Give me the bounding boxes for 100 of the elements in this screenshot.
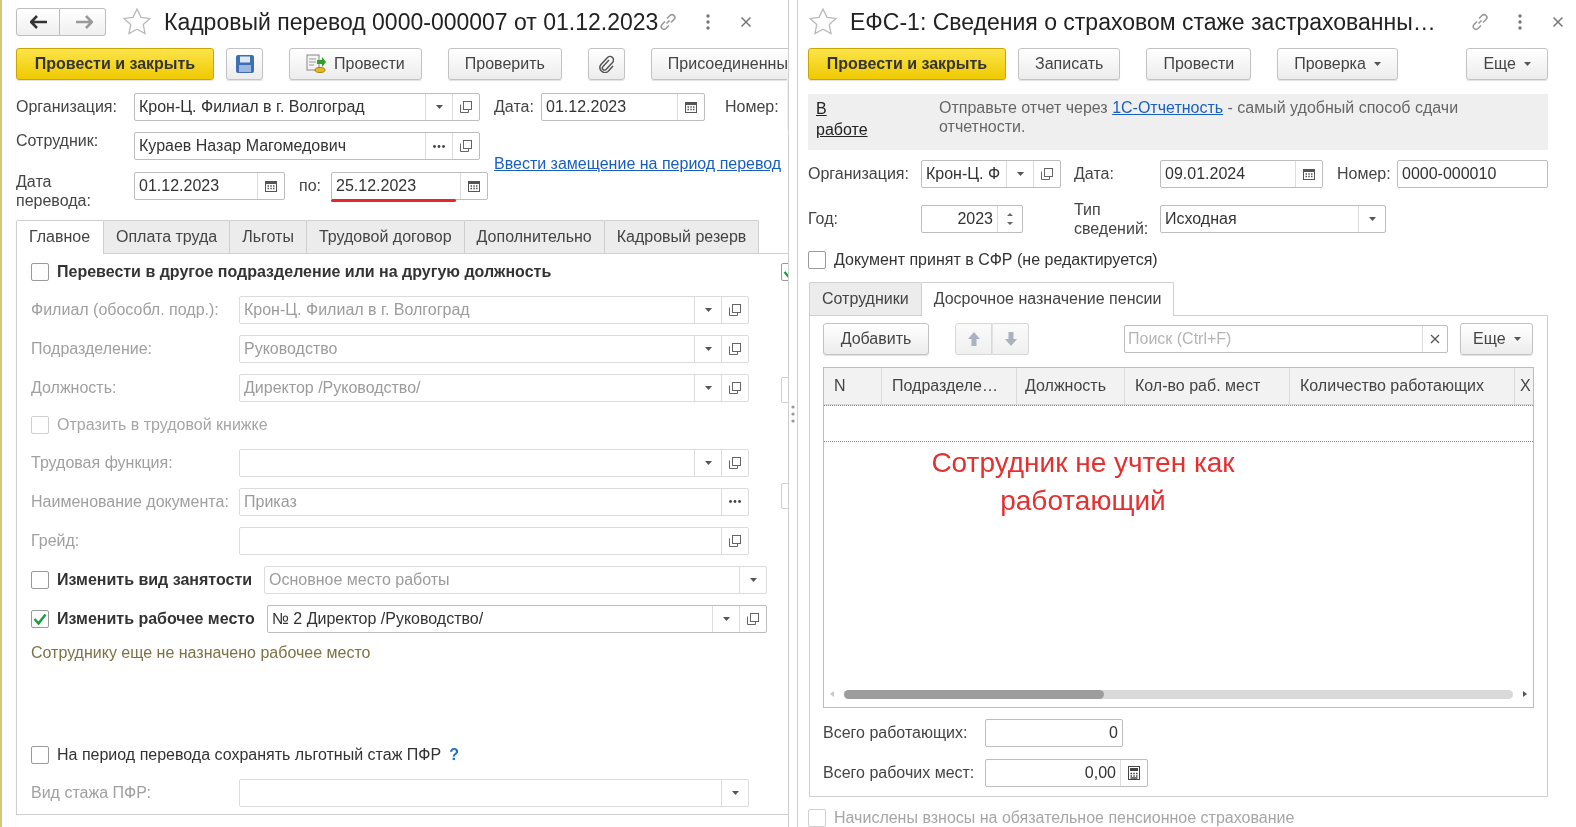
menu-button[interactable]: Еще xyxy=(1466,48,1548,80)
tab[interactable]: Сотрудники xyxy=(809,282,922,315)
attach-button[interactable] xyxy=(587,48,625,80)
menu-button[interactable]: Проверка xyxy=(1277,48,1398,80)
checkbox[interactable] xyxy=(808,251,826,269)
column-header[interactable]: Должность xyxy=(1017,368,1125,404)
field-label: по: xyxy=(299,176,321,196)
field-label: Организация: xyxy=(808,165,910,183)
field-label: Сотрудник: xyxy=(16,132,100,150)
tab[interactable]: Дополнительно xyxy=(463,220,605,253)
column-header[interactable]: Х xyxy=(1515,368,1533,404)
field-label: Наименование документа: xyxy=(31,492,230,511)
star-icon[interactable] xyxy=(808,7,838,37)
field-label: Тип сведений: xyxy=(1074,200,1150,238)
calculator-icon xyxy=(1128,766,1140,780)
link-icon[interactable] xyxy=(658,12,679,32)
field-label: Организация: xyxy=(16,98,118,116)
down-arrow-icon xyxy=(1003,331,1018,347)
close-icon[interactable] xyxy=(1552,16,1564,28)
field-label: Всего работающих: xyxy=(823,724,969,742)
organization-field[interactable]: Крон-Ц. Филиал в г. Волгоград xyxy=(134,93,480,121)
input-field: Руководство xyxy=(239,334,749,363)
caret-icon xyxy=(1373,62,1381,66)
table-row[interactable] xyxy=(824,405,1533,442)
checkbox-label: Изменить вид занятости xyxy=(57,570,253,589)
back-arrow-icon xyxy=(30,15,48,29)
open-window-icon xyxy=(460,140,472,152)
resize-handle-icon[interactable] xyxy=(791,403,795,424)
field-label: Всего рабочих мест: xyxy=(823,764,976,782)
column-header[interactable]: Количество работающих xyxy=(1290,368,1515,404)
open-window-icon xyxy=(747,612,759,625)
ellipsis-icon xyxy=(729,500,741,503)
total-field[interactable]: 0 xyxy=(985,719,1123,747)
tab[interactable]: Досрочное назначение пенсии xyxy=(920,282,1175,316)
hint-text: Сотруднику еще не назначено рабочее место xyxy=(31,643,372,663)
field-label: Трудовая функция: xyxy=(31,453,174,472)
add-button[interactable]: Добавить xyxy=(823,323,929,355)
post-and-close-button[interactable]: Провести и закрыть xyxy=(16,48,214,80)
save-button[interactable] xyxy=(226,48,263,80)
date-field[interactable]: 25.12.2023 xyxy=(331,172,488,200)
checkbox[interactable] xyxy=(31,609,49,628)
type-field[interactable]: Исходная xyxy=(1160,205,1386,233)
substitution-link[interactable]: Ввести замещение на период перевод xyxy=(494,154,782,174)
calendar-icon xyxy=(265,180,277,192)
field-label: Должность: xyxy=(31,378,118,397)
organization-field[interactable]: Крон-Ц. Ф xyxy=(921,160,1061,188)
tab[interactable]: Льготы xyxy=(229,220,307,253)
close-icon[interactable] xyxy=(740,16,753,28)
number-field[interactable]: 0000-000010 xyxy=(1397,160,1548,188)
back-button[interactable] xyxy=(16,8,60,36)
toolbar-button[interactable]: Присоединенны xyxy=(650,48,788,80)
status-link[interactable]: В работе xyxy=(816,98,876,146)
toolbar-button[interactable]: Провести xyxy=(1146,48,1252,80)
caret-icon xyxy=(1016,172,1024,176)
toolbar-button[interactable]: Проверить xyxy=(447,48,562,80)
field-label: Номер: xyxy=(1337,165,1392,183)
column-header[interactable]: N xyxy=(824,368,882,404)
caret-icon xyxy=(1524,62,1531,66)
report-link[interactable]: 1С-Отчетность xyxy=(1112,99,1224,116)
tab[interactable]: Кадровый резерв xyxy=(603,220,760,253)
help-link[interactable]: ? xyxy=(449,746,459,764)
checkbox[interactable] xyxy=(31,570,49,589)
post-and-close-button[interactable]: Провести и закрыть xyxy=(808,48,1006,80)
column-header[interactable]: Подразделе… xyxy=(882,368,1017,404)
field-label: Дата: xyxy=(1074,165,1115,183)
tab[interactable]: Оплата труда xyxy=(103,220,231,253)
open-window-icon xyxy=(460,101,472,113)
field-label: Вид стажа ПФР: xyxy=(31,783,152,802)
date-field[interactable]: 09.01.2024 xyxy=(1160,160,1323,188)
calendar-icon xyxy=(1303,168,1315,180)
column-header[interactable]: Кол-во раб. мест xyxy=(1125,368,1290,404)
total-field[interactable]: 0,00 xyxy=(985,759,1148,787)
star-icon[interactable] xyxy=(122,7,152,37)
tab[interactable]: Главное xyxy=(16,220,104,254)
menu-button[interactable]: Еще xyxy=(1460,323,1533,355)
checkbox-label: Начислены взносы на обязательное пенсионное страхование xyxy=(834,809,1295,827)
document-arrow-icon xyxy=(306,54,326,74)
employee-field[interactable]: Кураев Назар Магомедович xyxy=(134,132,480,160)
tab[interactable]: Трудовой договор xyxy=(305,220,465,253)
more-icon[interactable] xyxy=(1518,14,1522,30)
toolbar-button[interactable]: Записать xyxy=(1018,48,1121,80)
more-icon[interactable] xyxy=(706,14,711,30)
post-button[interactable]: Провести xyxy=(289,48,422,80)
caret-icon xyxy=(704,346,712,351)
field-label: Дата перевода: xyxy=(16,172,92,210)
calendar-icon xyxy=(468,180,480,192)
year-field[interactable]: 2023 xyxy=(921,205,1023,233)
annotation-text: Сотрудник не учтен как работающий xyxy=(930,446,1236,518)
date-field[interactable]: 01.12.2023 xyxy=(134,172,285,200)
date-field[interactable]: 01.12.2023 xyxy=(541,93,705,121)
caret-icon xyxy=(704,385,712,390)
checkbox[interactable] xyxy=(31,746,49,764)
link-icon[interactable] xyxy=(1470,12,1490,32)
window-title: ЕФС-1: Сведения о страховом стаже застрахованны… xyxy=(850,8,1436,36)
field-label: Год: xyxy=(808,210,839,228)
input-field[interactable]: № 2 Директор /Руководство/ xyxy=(266,604,767,633)
checkbox[interactable] xyxy=(31,263,49,281)
open-window-icon xyxy=(729,456,741,469)
checkbox-label: Отразить в трудовой книжке xyxy=(57,416,268,434)
up-arrow-icon xyxy=(966,331,981,347)
